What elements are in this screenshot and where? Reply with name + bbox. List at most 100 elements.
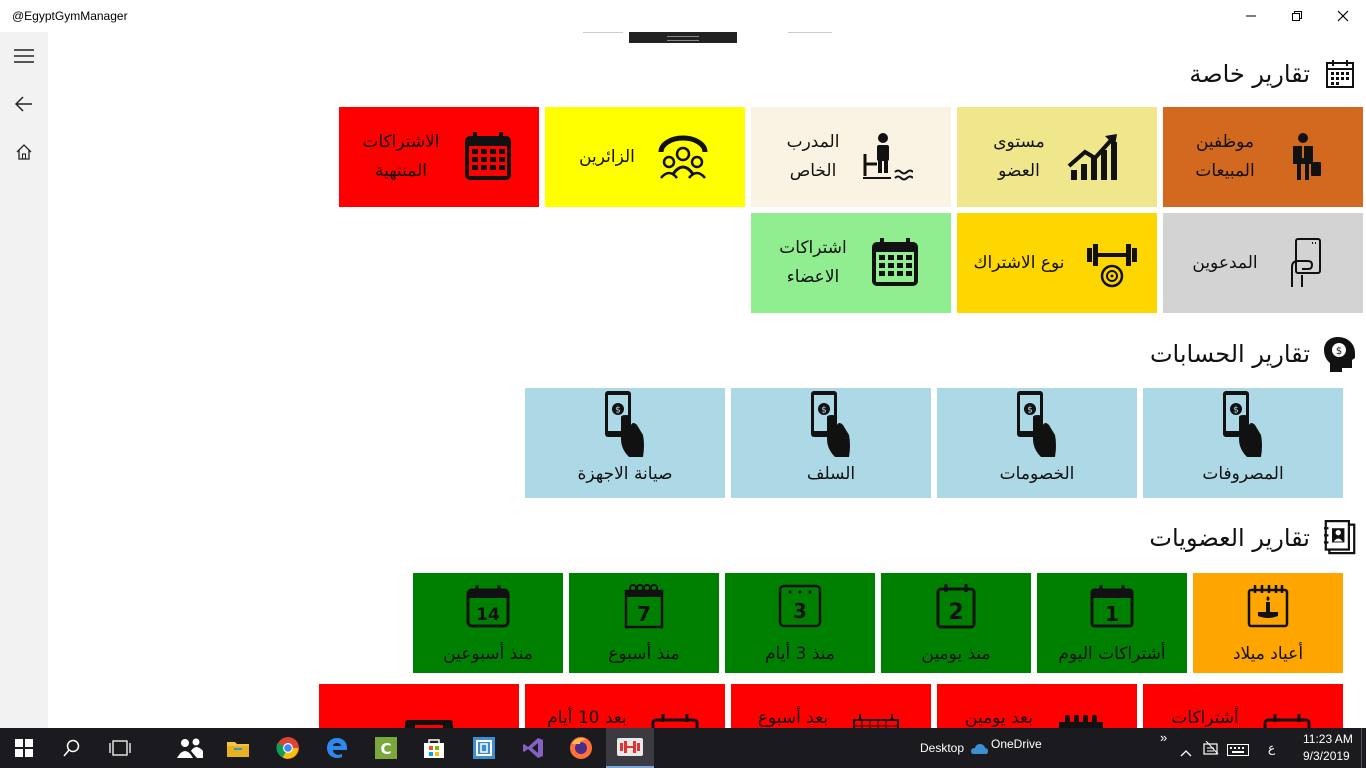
birthday-cake-icon	[1240, 578, 1296, 634]
tile-two-days-ago[interactable]: 2 منذ يومين	[881, 573, 1031, 673]
show-hidden-icons[interactable]	[1180, 742, 1192, 761]
section-header-special: تقارير خاصة	[1189, 58, 1356, 90]
show-desktop-button[interactable]	[1361, 728, 1366, 768]
section-header-memberships: تقارير العضويات	[1149, 519, 1356, 555]
tile-label: بعد أسبوع	[757, 708, 829, 728]
trainer-icon	[859, 129, 915, 185]
input-language[interactable]: ع	[1268, 741, 1275, 755]
salesman-icon	[1275, 129, 1331, 185]
tile-label: مستوى العضو	[993, 132, 1045, 181]
calendar-day-icon: 1	[1084, 578, 1140, 634]
reports-page: تقارير خاصة موظفين المبيعات مستوى العضو …	[48, 32, 1366, 728]
tile-subscription-type[interactable]: نوع الاشتراك	[957, 213, 1157, 313]
tile-label: منذ يومين	[921, 643, 991, 664]
divider	[583, 32, 623, 33]
invite-hand-icon	[1278, 235, 1334, 291]
calendar-grid-icon	[848, 704, 904, 728]
start-button[interactable]	[0, 728, 48, 768]
tile-label: أعياد ميلاد	[1232, 643, 1304, 664]
tile-birthdays[interactable]: أعياد ميلاد	[1193, 573, 1343, 673]
tile-label: نوع الاشتراك	[973, 252, 1065, 273]
tile-label: بعد 10 أيام	[547, 708, 627, 728]
svg-text:$: $	[1336, 346, 1342, 357]
tile-upcoming-subscriptions[interactable]: أشتراكات	[1143, 684, 1343, 728]
onedrive-label[interactable]: OneDrive	[991, 737, 1042, 751]
mobile-payment-icon: $	[1215, 390, 1271, 457]
clock-time[interactable]: 11:23 AM	[1303, 732, 1353, 746]
visual-studio-icon	[523, 738, 543, 758]
tile-member-level[interactable]: مستوى العضو	[957, 107, 1157, 207]
tile-in-ten-days[interactable]: بعد 10 أيام	[525, 684, 725, 728]
taskbar-camtasia[interactable]: C	[362, 728, 410, 768]
tile-one-week-ago[interactable]: 7 منذ أسبوع	[569, 573, 719, 673]
store-icon	[424, 739, 444, 758]
tile-expired-subscriptions[interactable]: الاشتراكات المنتهية	[339, 107, 539, 207]
camtasia-icon: C	[375, 737, 397, 759]
search-icon	[63, 739, 80, 757]
clock-date[interactable]: 9/3/2019	[1303, 749, 1350, 763]
contact-book-icon	[1324, 519, 1356, 555]
back-button[interactable]	[0, 80, 48, 128]
tile-advances[interactable]: $ السلف	[731, 388, 931, 498]
title-bar: @EgyptGymManager	[0, 0, 1366, 32]
mobile-payment-icon: $	[803, 390, 859, 457]
taskbar-file-explorer[interactable]	[214, 728, 262, 768]
calendar-grid-icon	[1259, 704, 1315, 728]
tile-today-subscriptions[interactable]: 1 أشتراكات اليوم	[1037, 573, 1187, 673]
tile-in-two-days[interactable]: بعد يومين	[937, 684, 1137, 728]
restore-icon	[1292, 11, 1302, 21]
desktop-toolbar-label[interactable]: Desktop	[920, 741, 964, 755]
mobile-payment-icon: $	[1009, 390, 1065, 457]
search-button[interactable]	[48, 728, 96, 768]
taskbar-gym-manager[interactable]	[606, 728, 654, 768]
tile-label: أشتراكات اليوم	[1058, 643, 1166, 664]
calendar-day-icon: 7	[616, 578, 672, 634]
calendar-number: 1	[1105, 602, 1119, 626]
tile-label: الاشتراكات المنتهية	[362, 132, 440, 181]
minimize-button[interactable]	[1228, 0, 1274, 32]
taskbar-visual-studio[interactable]	[509, 728, 557, 768]
tile-in-one-week[interactable]: بعد أسبوع	[731, 684, 931, 728]
tile-label: منذ أسبوعين	[443, 643, 533, 664]
network-icon[interactable]	[1203, 740, 1219, 759]
home-icon	[16, 144, 32, 160]
svg-text:$: $	[821, 405, 827, 415]
tile-member-subscriptions[interactable]: اشتراكات الاعضاء	[751, 213, 951, 313]
tile-two-weeks-ago[interactable]: 14 منذ أسبوعين	[413, 573, 563, 673]
tile-label: المدعوين	[1192, 252, 1258, 273]
calendar-number: 2	[948, 600, 963, 625]
people-icon	[177, 738, 203, 758]
tile-personal-trainer[interactable]: المدرب الخاص	[751, 107, 951, 207]
tile-label: السلف	[806, 463, 856, 484]
taskbar-edge[interactable]	[313, 728, 361, 768]
tile-upcoming-more[interactable]	[319, 684, 519, 728]
barbell-icon	[1084, 235, 1140, 291]
maximize-button[interactable]	[1274, 0, 1320, 32]
divider	[788, 32, 832, 33]
close-button[interactable]	[1320, 0, 1366, 32]
tile-label: أشتراكات	[1171, 708, 1239, 728]
taskbar-people[interactable]	[166, 728, 214, 768]
svg-text:$: $	[1027, 405, 1033, 415]
menu-button[interactable]	[0, 32, 48, 80]
taskbar-store[interactable]	[410, 728, 458, 768]
section-title: تقارير خاصة	[1189, 60, 1310, 88]
tile-label: اشتراكات الاعضاء	[779, 238, 847, 287]
keyboard-icon[interactable]	[1227, 741, 1249, 760]
task-view-button[interactable]	[96, 728, 144, 768]
taskbar-chrome[interactable]	[264, 728, 312, 768]
calendar-day-icon: 14	[460, 578, 516, 634]
mobile-payment-icon: $	[597, 390, 653, 457]
tile-invited[interactable]: المدعوين	[1163, 213, 1363, 313]
tile-discounts[interactable]: $ الخصومات	[937, 388, 1137, 498]
toolbar-chevron[interactable]: »	[1160, 730, 1167, 745]
drag-handle[interactable]	[629, 32, 737, 43]
tile-three-days-ago[interactable]: 3 منذ 3 أيام	[725, 573, 875, 673]
tile-expenses[interactable]: $ المصروفات	[1143, 388, 1343, 498]
tile-visitors[interactable]: الزائرين	[545, 107, 745, 207]
tile-equipment-maintenance[interactable]: $ صيانة الاجهزة	[525, 388, 725, 498]
taskbar-app-bracket[interactable]	[460, 728, 508, 768]
home-button[interactable]	[0, 128, 48, 176]
tile-sales-staff[interactable]: موظفين المبيعات	[1163, 107, 1363, 207]
taskbar-firefox[interactable]	[557, 728, 605, 768]
